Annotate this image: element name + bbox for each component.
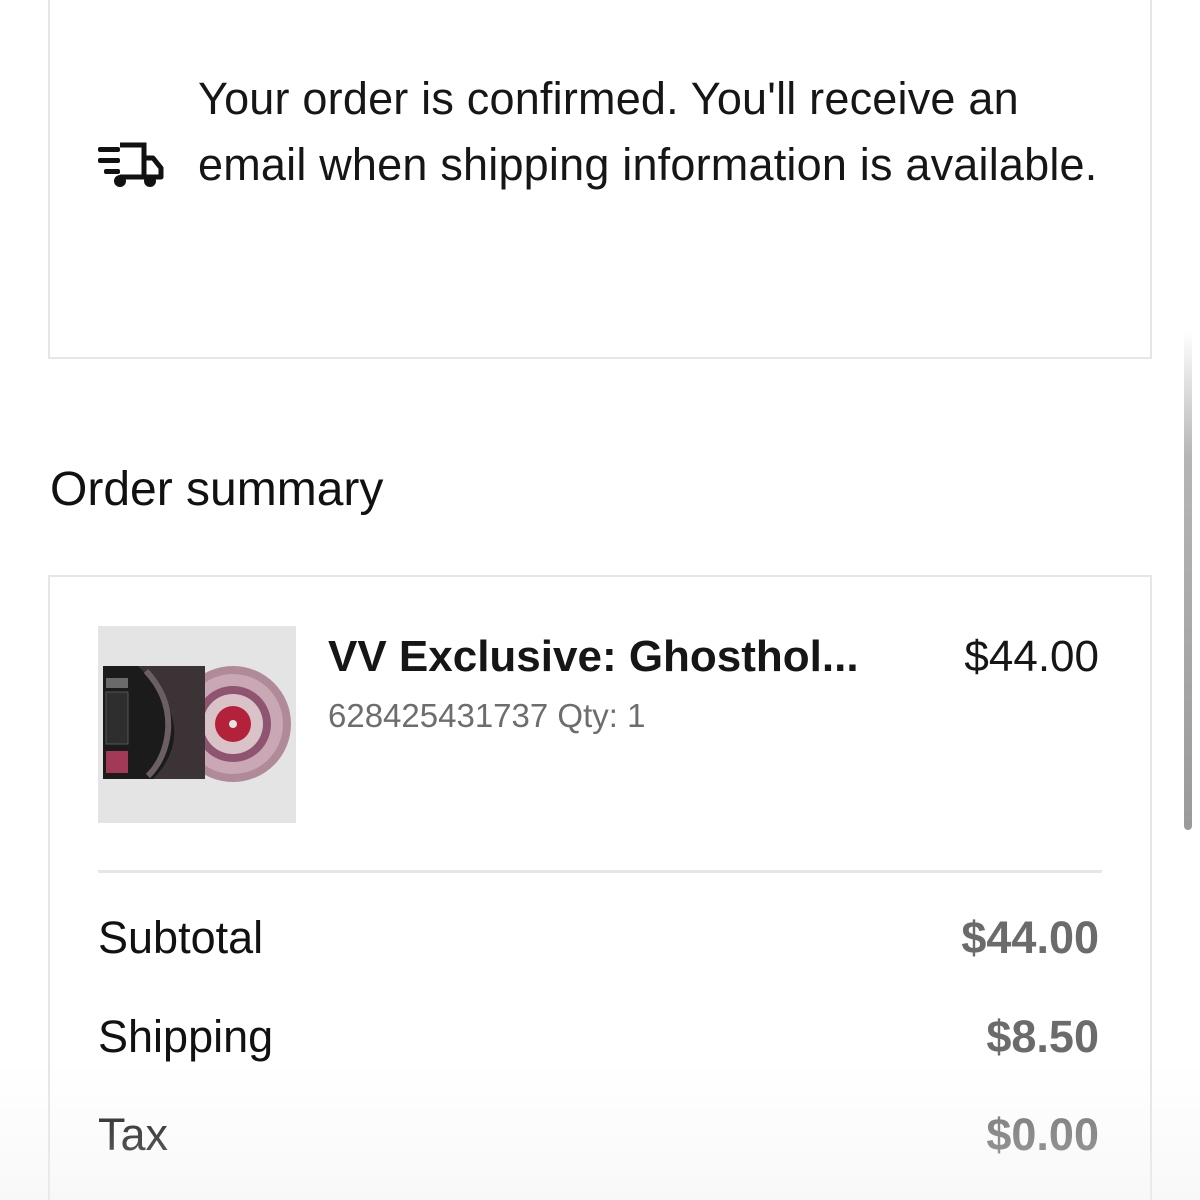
tax-value: $0.00 [986,1109,1099,1160]
shipping-label: Shipping [98,1011,274,1062]
product-price: $44.00 [964,632,1099,681]
subtotal-value: $44.00 [961,912,1099,963]
scrollbar[interactable] [1184,0,1192,830]
product-thumbnail[interactable] [98,626,296,823]
product-meta: 628425431737 Qty: 1 [328,697,645,735]
subtotal-label: Subtotal [98,912,264,963]
confirmation-message: Your order is confirmed. You'll receive … [198,73,1098,190]
tax-label: Tax [98,1109,169,1160]
shipping-value: $8.50 [986,1011,1099,1062]
truck-icon [98,142,164,190]
order-summary-title: Order summary [50,463,384,516]
summary-divider [98,870,1102,873]
product-sku: 628425431737 [328,697,549,734]
product-quantity: Qty: 1 [557,697,646,734]
product-name[interactable]: VV Exclusive: Ghosthol... [328,632,928,682]
order-confirmation-page: Your order is confirmed. You'll receive … [0,0,1200,1200]
